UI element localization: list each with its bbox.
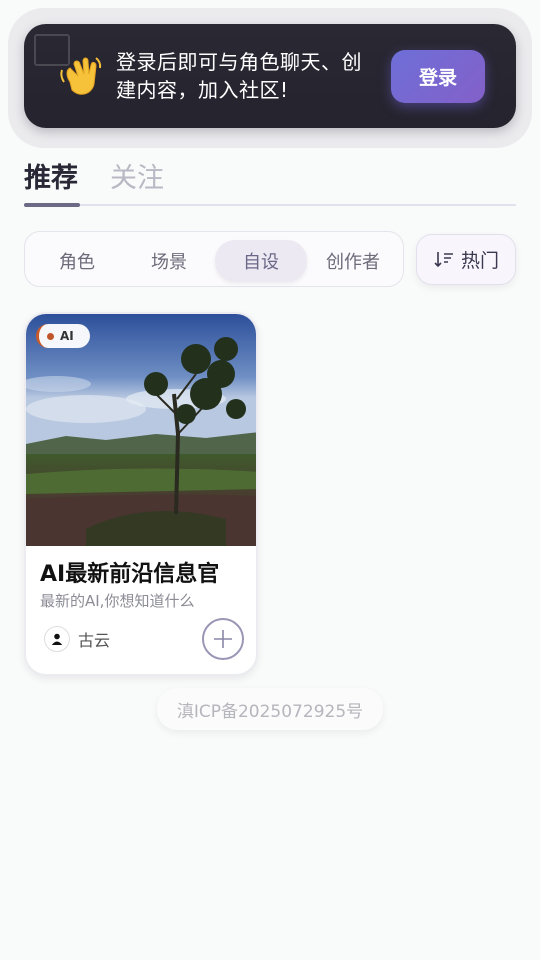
author-name[interactable]: 古云 <box>78 627 110 651</box>
ai-badge: AI <box>36 324 90 348</box>
category-filter: 角色 场景 自设 创作者 <box>24 231 404 287</box>
category-self-setting[interactable]: 自设 <box>215 240 307 282</box>
category-role[interactable]: 角色 <box>31 240 123 282</box>
icp-license[interactable]: 滇ICP备2025072925号 <box>157 688 383 730</box>
ai-badge-label: AI <box>60 329 74 343</box>
plus-icon <box>214 630 232 648</box>
sort-button[interactable]: 热门 <box>416 234 516 285</box>
sort-icon <box>434 251 453 267</box>
main-tabs: 推荐 关注 <box>24 150 516 208</box>
character-card[interactable]: AI AI最新前沿信息官 最新的AI,你想知道什么 古云 <box>24 312 258 676</box>
tab-active-indicator <box>24 203 80 207</box>
sort-label: 热门 <box>460 250 499 272</box>
user-icon <box>44 626 70 652</box>
category-scene[interactable]: 场景 <box>123 240 215 282</box>
tab-recommend[interactable]: 推荐 <box>24 156 78 195</box>
follow-button[interactable] <box>202 618 244 660</box>
card-title: AI最新前沿信息官 <box>40 562 220 587</box>
card-description: 最新的AI,你想知道什么 <box>40 592 195 610</box>
tabs-divider <box>24 204 516 206</box>
card-cover-image <box>26 314 256 546</box>
page: 登录后即可与角色聊天、创建内容，加入社区! 登录 推荐 关注 角色 场景 自设 … <box>0 0 540 960</box>
category-creator[interactable]: 创作者 <box>307 240 399 282</box>
login-prompt-text: 登录后即可与角色聊天、创建内容，加入社区! <box>116 50 362 102</box>
tab-follow[interactable]: 关注 <box>110 156 164 195</box>
ai-badge-dot-icon <box>47 332 54 340</box>
login-banner: 登录后即可与角色聊天、创建内容，加入社区! 登录 <box>24 24 516 128</box>
waving-hand-icon <box>60 57 102 95</box>
login-button[interactable]: 登录 <box>391 50 485 103</box>
